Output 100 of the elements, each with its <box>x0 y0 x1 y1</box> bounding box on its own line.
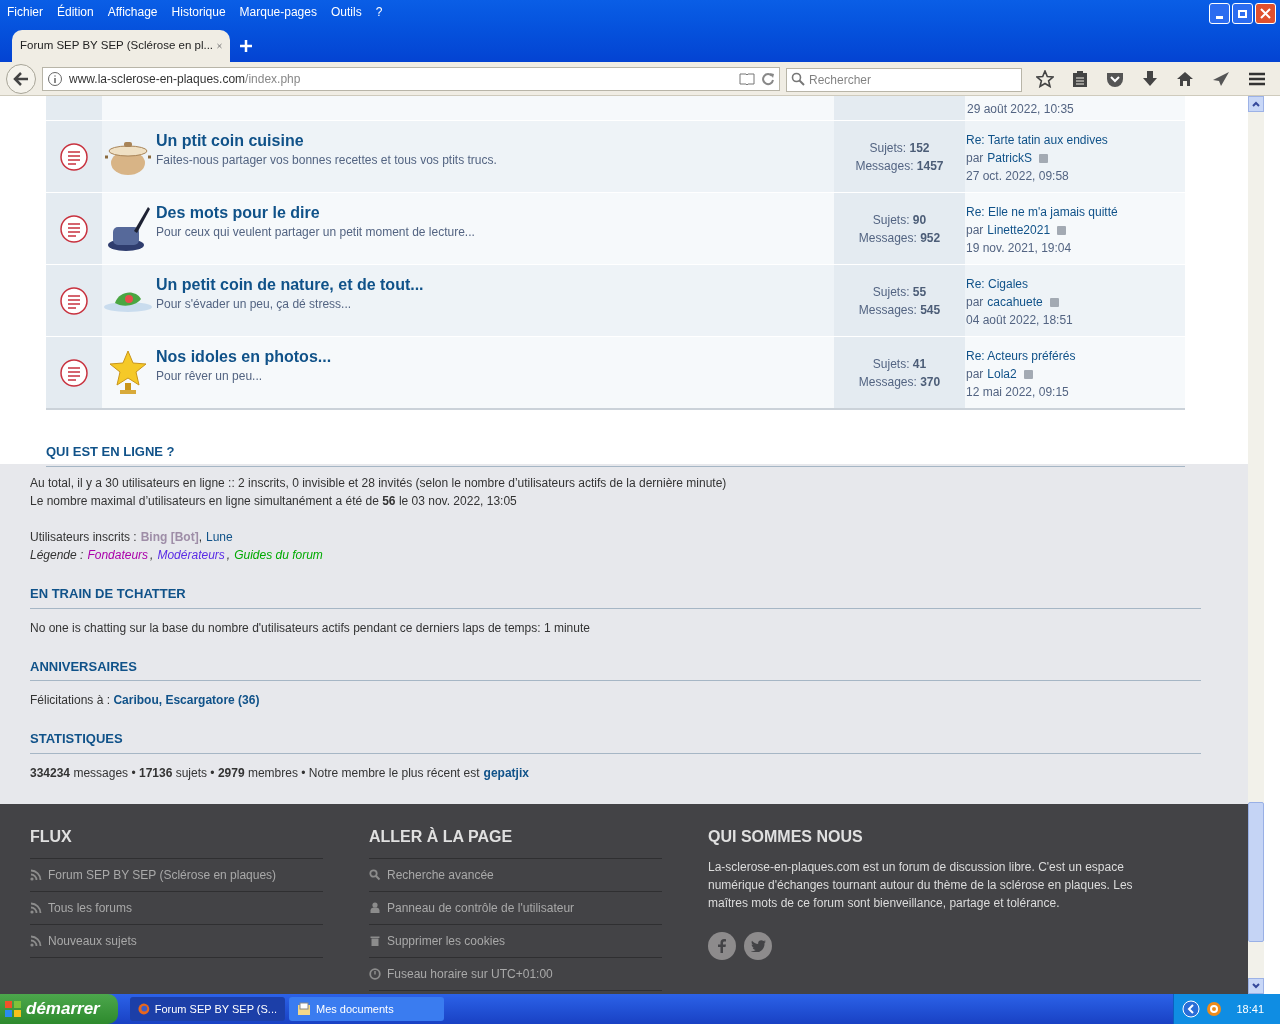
last-post-link[interactable]: Re: Cigales <box>966 275 1029 293</box>
scroll-thumb[interactable] <box>1248 802 1264 942</box>
scrollbar[interactable] <box>1248 96 1264 994</box>
forum-description: Pour ceux qui veulent partager un petit moment de lecture... <box>156 224 475 241</box>
online-summary-text: Au total, il y a 30 utilisateurs en ligne :: 2 inscrits, 0 invisible et 28 invités (selon le nombre d’utilisateurs actifs de la dernière minute) <box>30 475 728 492</box>
paper-plane-icon[interactable] <box>1212 70 1230 87</box>
tray-app-icon[interactable] <box>1206 1001 1223 1017</box>
posts-label: Messages: <box>855 158 914 173</box>
menu-item[interactable]: ? <box>375 3 383 21</box>
download-icon[interactable] <box>1142 69 1158 88</box>
footer-heading: FLUX <box>30 826 323 859</box>
caret-down-icon <box>1252 983 1260 989</box>
last-post-link[interactable]: Re: Elle ne m'a jamais quitté <box>966 203 1118 221</box>
menu-item[interactable]: Édition <box>57 3 94 21</box>
group-link[interactable]: Modérateurs <box>157 546 225 564</box>
bird-icon[interactable] <box>744 932 772 960</box>
footer-link[interactable]: Fuseau horaire sur UTC+01:00 <box>369 958 662 991</box>
forum-title-link[interactable]: Nos idoles en photos... <box>156 347 332 367</box>
footer-link[interactable]: Nouveaux sujets <box>30 925 323 958</box>
topics-label: Sujets: <box>872 212 910 227</box>
forum-title-link[interactable]: Des mots pour le dire <box>156 203 320 223</box>
last-post-link[interactable]: Re: Acteurs préférés <box>966 347 1076 365</box>
address-bar[interactable]: www.la-sclerose-en-plaques.com/index.php <box>42 66 780 91</box>
clipboard-list-icon[interactable] <box>1072 69 1088 88</box>
member-link[interactable]: gepatjix <box>483 763 529 782</box>
author-link[interactable]: PatrickS <box>987 149 1033 167</box>
menu-item[interactable]: Marque-pages <box>239 3 317 21</box>
rss-icon <box>30 935 42 947</box>
windows-logo-icon <box>4 1000 22 1018</box>
taskbar-button[interactable]: Forum SEP BY SEP (S... <box>130 997 285 1021</box>
back-button[interactable] <box>6 63 36 94</box>
menu-item[interactable]: Fichier <box>7 3 43 21</box>
posts-label: Messages: <box>858 302 917 317</box>
topics-label: Sujets: <box>872 284 910 299</box>
section-heading: QUI EST EN LIGNE ? <box>46 442 1185 467</box>
menu-item[interactable]: Outils <box>330 3 362 21</box>
footer-link[interactable]: Tous les forums <box>30 892 323 925</box>
topics-label: Sujets: <box>872 356 910 371</box>
chevron-left-icon[interactable] <box>1182 1000 1201 1018</box>
footer-link[interactable]: Supprimer les cookies <box>369 925 662 958</box>
footer-link[interactable]: Forum SEP BY SEP (Sclérose en plaques) <box>30 859 323 892</box>
scroll-down-button[interactable] <box>1248 978 1264 994</box>
footer-link[interactable]: Recherche avancée <box>369 859 662 892</box>
scroll-up-button[interactable] <box>1248 96 1264 112</box>
forum-status-icon <box>59 357 89 388</box>
close-button[interactable] <box>1255 3 1276 24</box>
last-post-date: 29 août 2022, 10:35 <box>966 101 1074 118</box>
author-link[interactable]: Linette2021 <box>987 221 1051 239</box>
star-icon[interactable] <box>1036 69 1054 88</box>
by-label: par <box>966 294 984 311</box>
forum-status-icon <box>59 141 89 172</box>
info-icon[interactable] <box>47 70 63 87</box>
home-icon[interactable] <box>1176 70 1194 87</box>
registered-users-label: Utilisateurs inscrits : <box>30 529 137 546</box>
by-label: par <box>966 150 984 167</box>
username-link[interactable]: Lune <box>206 528 233 546</box>
close-tab-icon[interactable] <box>217 41 222 51</box>
forum-title-link[interactable]: Un ptit coin cuisine <box>156 131 304 151</box>
group-link[interactable]: Fondateurs <box>87 546 149 564</box>
rss-icon <box>30 869 42 881</box>
url-path: /index.php <box>245 71 301 86</box>
facebook-icon[interactable] <box>708 932 736 960</box>
new-tab-icon[interactable] <box>240 40 252 52</box>
separator-text: , <box>198 529 202 546</box>
close-icon <box>1260 8 1271 19</box>
by-label: par <box>966 222 984 239</box>
posts-label: Messages: <box>858 230 917 245</box>
reader-view-icon[interactable] <box>739 72 755 85</box>
pocket-icon[interactable] <box>1106 70 1124 87</box>
menu-item[interactable]: Affichage <box>107 3 158 21</box>
posts-label: Messages: <box>858 374 917 389</box>
search-field[interactable]: Rechercher <box>786 67 1022 92</box>
section-text: 334234 messages • 17136 sujets • 2979 membres • Notre membre le plus récent est <box>30 764 480 782</box>
start-button[interactable]: démarrer <box>0 994 118 1024</box>
taskbar-button[interactable]: Mes documents <box>289 997 444 1021</box>
legend-label: Légende : <box>30 547 84 564</box>
back-arrow-icon <box>13 71 29 86</box>
user-icon <box>369 902 381 914</box>
footer-heading: QUI SOMMES NOUS <box>708 827 864 847</box>
forum-description: Pour s'évader un peu, ça dé stress... <box>156 296 352 313</box>
topics-count: 41 <box>912 356 927 371</box>
author-link[interactable]: cacahuete <box>987 293 1043 311</box>
menu-item[interactable]: Historique <box>171 3 226 21</box>
minimize-button[interactable] <box>1209 3 1230 24</box>
author-link[interactable]: Lola2 <box>987 365 1017 383</box>
folder-icon <box>297 1002 311 1016</box>
forum-title-link[interactable]: Un petit coin de nature, et de tout... <box>156 275 424 295</box>
last-post-link[interactable]: Re: Tarte tatin aux endives <box>966 131 1108 149</box>
trash-icon <box>369 935 381 947</box>
browser-tab[interactable]: Forum SEP BY SEP (Sclérose en pl... <box>12 30 230 62</box>
menu-icon[interactable] <box>1248 71 1266 86</box>
footer-link[interactable]: Panneau de contrôle de l'utilisateur <box>369 892 662 925</box>
restore-button[interactable] <box>1232 3 1253 24</box>
by-label: par <box>966 366 984 383</box>
posts-count: 1457 <box>916 158 944 173</box>
section-text: Félicitations à : Caribou, Escargatore (36) <box>30 692 260 709</box>
caret-up-icon <box>1252 101 1260 107</box>
separator-text: , <box>150 547 154 564</box>
topics-count: 90 <box>912 212 927 227</box>
reload-icon[interactable] <box>761 71 775 86</box>
